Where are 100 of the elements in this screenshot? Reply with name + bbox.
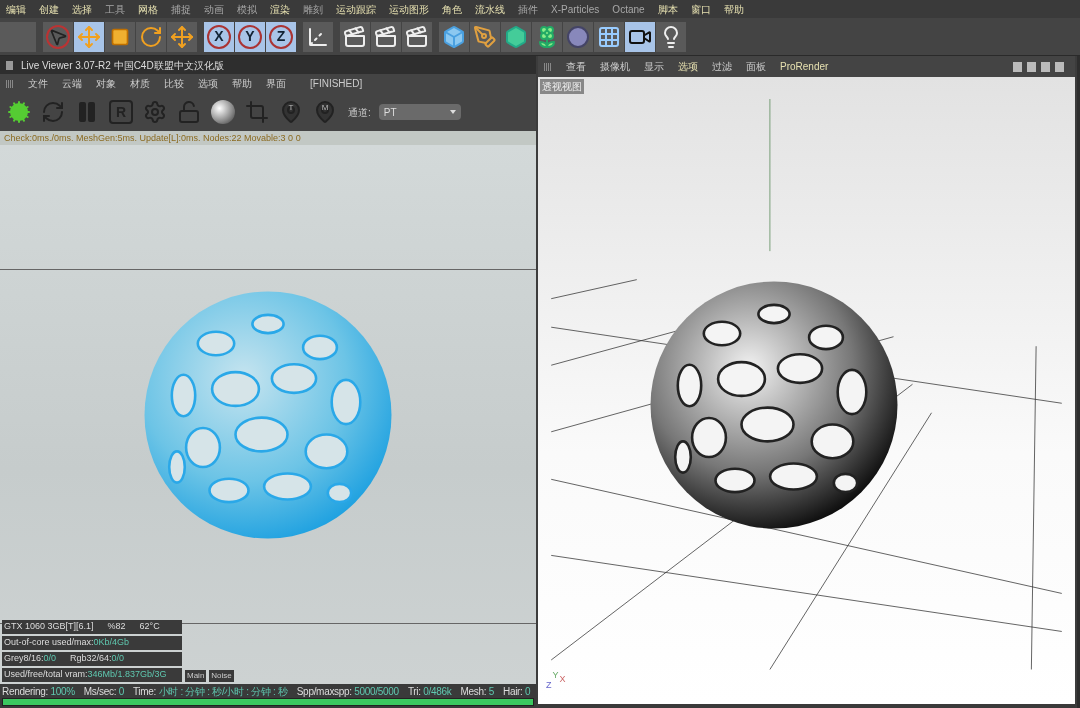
toolbar-button[interactable] — [625, 21, 655, 52]
stats-text: %82 — [107, 620, 126, 634]
grip-icon — [6, 79, 14, 88]
menu-item[interactable]: 网格 — [138, 1, 158, 17]
floor-grid-icon — [597, 24, 621, 49]
menu-item[interactable]: 文件 — [28, 76, 48, 91]
clapperboard-icon — [405, 24, 429, 49]
toolbar-button[interactable] — [167, 21, 197, 52]
menu-item[interactable]: Octane — [612, 1, 645, 17]
clapperboard-icon — [343, 24, 367, 49]
menu-item[interactable]: 捕捉 — [171, 1, 191, 17]
menu-item[interactable]: 显示 — [644, 59, 664, 74]
menu-item[interactable]: 查看 — [566, 59, 586, 74]
menu-item[interactable]: ProRender — [780, 59, 829, 74]
menu-item[interactable]: 选项 — [678, 59, 698, 74]
render-state: [FINISHED] — [310, 77, 363, 91]
status-text: Mesh: 5 — [460, 684, 494, 699]
menu-item[interactable]: 工具 — [105, 1, 125, 17]
region-icon — [245, 100, 269, 124]
toolbar-button[interactable] — [594, 21, 624, 52]
stats-text: 62°C — [139, 620, 160, 634]
cursor-icon — [48, 26, 68, 47]
pin-letter: T — [288, 102, 294, 114]
status-text: Rendering: 100% — [2, 684, 75, 699]
menu-item[interactable]: 窗口 — [690, 1, 711, 17]
toolbar-button[interactable] — [371, 21, 401, 52]
menu-item[interactable]: 界面 — [266, 76, 286, 91]
view-name: 透视视图 — [540, 79, 584, 94]
stats-text: Grey8/16:0/0 — [4, 652, 57, 666]
status-text: Hair: 0 — [502, 684, 531, 699]
menu-item[interactable]: 过滤 — [712, 59, 732, 74]
padlock-icon — [177, 100, 201, 124]
menu-item[interactable]: 流水线 — [475, 1, 505, 17]
menu-item[interactable]: 脚本 — [657, 1, 678, 17]
status-text: Ms/sec: 0 — [83, 684, 124, 699]
menu-item[interactable]: 动画 — [204, 1, 224, 17]
pin-letter: M — [321, 102, 329, 114]
toolbar-button[interactable] — [303, 21, 333, 52]
viewer-tool-button[interactable]: T — [278, 97, 304, 127]
toolbar-button[interactable] — [402, 21, 432, 52]
toolbar-button[interactable] — [439, 21, 469, 52]
pen-icon — [473, 24, 497, 49]
stats-text: Out-of-core used/max:0Kb/4Gb — [4, 636, 130, 650]
toolbar-button[interactable] — [74, 21, 104, 52]
menu-item[interactable]: 模拟 — [237, 1, 257, 17]
menu-item[interactable]: 材质 — [130, 76, 150, 91]
rotate-icon — [139, 24, 163, 49]
caret-icon — [449, 110, 456, 114]
status-text: Tri: 0/486k — [407, 684, 452, 699]
axis-label: Y — [552, 668, 559, 682]
menu-item[interactable]: 渲染 — [270, 1, 290, 17]
menu-item[interactable]: 帮助 — [723, 1, 744, 17]
settings-icon — [143, 100, 167, 124]
clapperboard-icon — [374, 24, 398, 49]
menu-item[interactable]: 创建 — [39, 1, 59, 17]
buffer-button[interactable]: Main — [185, 670, 207, 682]
grip-icon — [544, 62, 552, 71]
menu-item[interactable]: 运动跟踪 — [336, 1, 376, 17]
menu-item[interactable]: X-Particles — [551, 1, 600, 17]
toolbar-button[interactable] — [105, 21, 135, 52]
menu-item[interactable]: 选择 — [72, 1, 92, 17]
toolbar-button[interactable]: X — [204, 21, 234, 52]
menu-item[interactable]: 插件 — [518, 1, 538, 17]
stats-text: Used/free/total vram:346Mb/1.837Gb/3G — [4, 668, 167, 682]
axis-label: Z — [546, 678, 552, 692]
window-title: Live Viewer 3.07-R2 中国C4D联盟中文汉化版 — [21, 58, 224, 73]
toolbar-button[interactable]: Y — [235, 21, 265, 52]
status-text: Spp/maxspp: 5000/5000 — [296, 684, 399, 699]
toolbar-button[interactable]: Z — [266, 21, 296, 52]
toolbar-button[interactable] — [656, 21, 686, 52]
menu-item[interactable]: 云端 — [62, 76, 82, 91]
menu-item[interactable]: 雕刻 — [303, 1, 323, 17]
menu-item[interactable]: 比较 — [164, 76, 184, 91]
toolbar-button[interactable] — [136, 21, 166, 52]
menu-item[interactable]: 摄像机 — [600, 59, 630, 74]
channel-label: 通道: — [348, 105, 371, 120]
pin-icon — [313, 98, 337, 126]
stats-text: Rgb32/64:0/0 — [70, 652, 125, 666]
toolbar-button[interactable] — [532, 21, 562, 52]
menu-item[interactable]: 角色 — [442, 1, 462, 17]
stats-text: GTX 1060 3GB[T][6.1] — [4, 620, 94, 634]
scale-icon — [110, 26, 130, 47]
menu-item[interactable]: 运动图形 — [389, 1, 429, 17]
menu-item[interactable]: 对象 — [96, 76, 116, 91]
hexagon-icon — [504, 24, 528, 49]
channel-dropdown[interactable]: PT — [378, 104, 461, 120]
buffer-button[interactable]: Noise — [209, 670, 234, 682]
pin-icon — [279, 98, 303, 126]
menu-item[interactable]: 编辑 — [6, 1, 26, 17]
toolbar-button[interactable] — [501, 21, 531, 52]
toolbar-button[interactable] — [340, 21, 370, 52]
menu-item[interactable]: 帮助 — [232, 76, 252, 91]
menu-item[interactable]: 面板 — [746, 59, 766, 74]
ellipse-icon — [566, 24, 590, 49]
refresh-icon — [41, 100, 65, 124]
status-text: Time: 小时 : 分钟 : 秒/小时 : 分钟 : 秒 — [132, 684, 288, 699]
menu-item[interactable]: 选项 — [198, 76, 218, 91]
window-icon — [6, 60, 13, 70]
axis-label: X — [559, 672, 566, 686]
viewer-tool-button[interactable]: M — [312, 97, 338, 127]
